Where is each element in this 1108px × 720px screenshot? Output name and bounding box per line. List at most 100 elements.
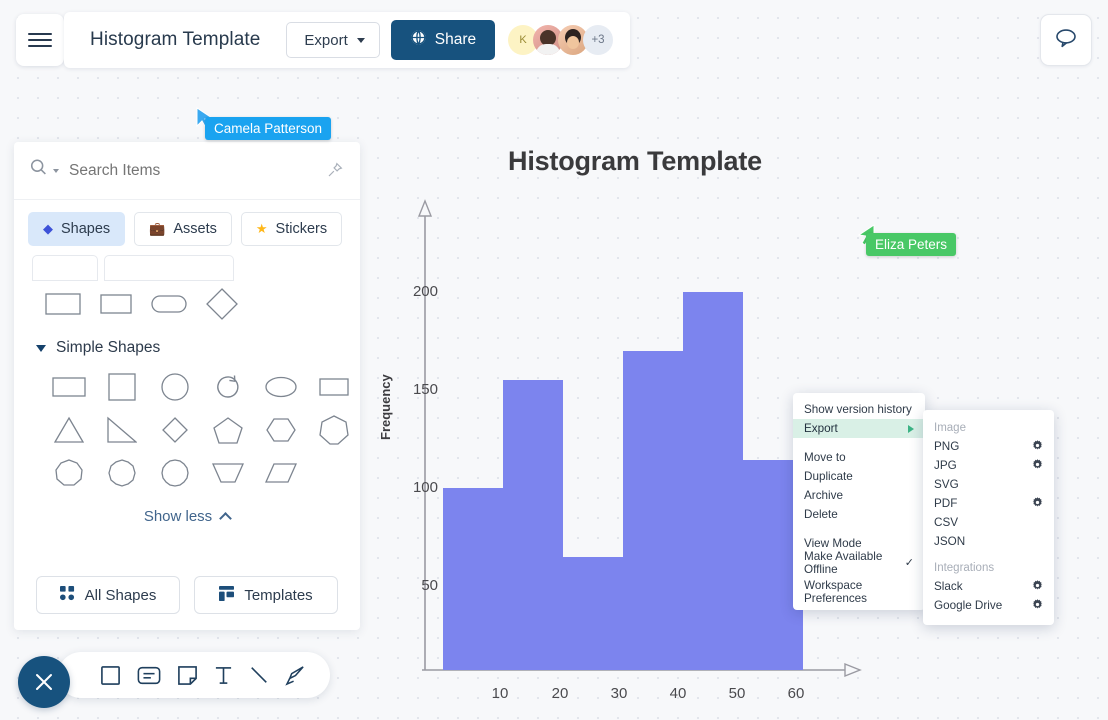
shape-parallelogram[interactable]	[254, 451, 307, 494]
menu-item-delete[interactable]: Delete	[793, 505, 925, 524]
menu-item-label: Move to	[804, 451, 846, 464]
shape-hexagon[interactable]	[254, 408, 307, 451]
gear-icon[interactable]	[1032, 598, 1043, 613]
menu-item-show-version-history[interactable]: Show version history	[793, 400, 925, 419]
x-tick-label: 40	[669, 685, 687, 702]
shape-triangle[interactable]	[42, 408, 95, 451]
main-menu-button[interactable]	[16, 14, 64, 66]
submenu-item-google-drive[interactable]: Google Drive	[923, 596, 1054, 615]
simple-shapes-grid	[14, 357, 360, 494]
gear-icon[interactable]	[1032, 496, 1043, 511]
shape-ellipse[interactable]	[254, 365, 307, 408]
shape-dodecagon[interactable]	[148, 451, 201, 494]
menu-item-archive[interactable]: Archive	[793, 486, 925, 505]
close-panel-button[interactable]	[18, 656, 70, 708]
shape-pentagon[interactable]	[201, 408, 254, 451]
grid-dots-icon	[59, 585, 75, 605]
shape-rounded-rectangle[interactable]	[142, 283, 195, 325]
share-button[interactable]: Share	[390, 20, 496, 60]
all-shapes-button[interactable]: All Shapes	[36, 576, 180, 614]
panel-footer-buttons: All Shapes Templates	[14, 576, 360, 614]
comments-button[interactable]	[1040, 14, 1092, 66]
close-x-icon	[36, 674, 52, 690]
menu-item-move-to[interactable]: Move to	[793, 448, 925, 467]
text-t-icon[interactable]	[214, 665, 233, 686]
shape-heptagon[interactable]	[307, 408, 360, 451]
pin-icon[interactable]	[326, 161, 344, 184]
export-submenu: Image PNG JPG SVG PDF CSV JSON Integrati…	[923, 410, 1054, 625]
shape-diamond[interactable]	[195, 283, 248, 325]
share-button-label: Share	[434, 31, 477, 48]
submenu-item-csv[interactable]: CSV	[923, 513, 1054, 532]
submenu-item-label: Google Drive	[934, 599, 1003, 612]
submenu-item-label: Slack	[934, 580, 963, 593]
tab-stickers[interactable]: ★ Stickers	[240, 212, 343, 246]
shape-rectangle[interactable]	[36, 283, 89, 325]
shape-square[interactable]	[95, 365, 148, 408]
avatar-overflow-count[interactable]: +3	[583, 25, 613, 55]
tab-shapes[interactable]: ◆ Shapes	[28, 212, 126, 246]
shape-rectangle[interactable]	[89, 283, 142, 325]
submenu-item-pdf[interactable]: PDF	[923, 494, 1054, 513]
shape-decagon[interactable]	[95, 451, 148, 494]
menu-item-make-available-offline[interactable]: Make Available Offline ✓	[793, 550, 925, 576]
pen-nib-icon[interactable]	[285, 665, 306, 686]
menu-item-label: Delete	[804, 508, 838, 521]
submenu-item-svg[interactable]: SVG	[923, 475, 1054, 494]
submenu-item-json[interactable]: JSON	[923, 532, 1054, 551]
diamond-icon	[205, 288, 238, 320]
search-input[interactable]	[69, 161, 279, 180]
gear-icon[interactable]	[1032, 439, 1043, 454]
search-icon[interactable]	[28, 158, 50, 183]
rounded-rectangle-icon	[150, 295, 187, 313]
menu-item-duplicate[interactable]: Duplicate	[793, 467, 925, 486]
section-tab-clipped[interactable]	[104, 255, 234, 281]
export-button[interactable]: Export	[286, 22, 380, 58]
bar	[443, 488, 503, 670]
square-icon[interactable]	[100, 665, 121, 686]
triangle-down-icon	[36, 344, 46, 352]
bar	[563, 557, 623, 670]
page-title: Histogram Template	[90, 29, 261, 50]
submenu-item-label: SVG	[934, 478, 959, 491]
all-shapes-label: All Shapes	[84, 586, 157, 604]
submenu-item-slack[interactable]: Slack	[923, 577, 1054, 596]
section-tab-clipped[interactable]	[32, 255, 98, 281]
sticky-note-icon[interactable]	[177, 665, 198, 686]
shape-nonagon[interactable]	[42, 451, 95, 494]
show-less-button[interactable]: Show less	[14, 494, 360, 525]
shape-rectangle-wide[interactable]	[307, 365, 360, 408]
briefcase-icon: 💼	[149, 221, 166, 236]
chevron-down-icon[interactable]	[53, 168, 59, 173]
hamburger-icon	[28, 29, 52, 51]
panel-tabs: ◆ Shapes 💼 Assets ★ Stickers	[14, 200, 360, 246]
submenu-group-heading: Integrations	[934, 561, 995, 574]
menu-item-label: Duplicate	[804, 470, 853, 483]
shape-arc-arrow[interactable]	[201, 365, 254, 408]
shape-diamond[interactable]	[148, 408, 201, 451]
submenu-item-label: PDF	[934, 497, 958, 510]
menu-item-workspace-preferences[interactable]: Workspace Preferences	[793, 579, 925, 605]
cursor-label: Eliza Peters	[866, 233, 957, 256]
simple-shapes-section-header[interactable]: Simple Shapes	[14, 325, 360, 357]
tab-assets[interactable]: 💼 Assets	[134, 212, 232, 246]
menu-item-label: View Mode	[804, 537, 862, 550]
card-icon[interactable]	[137, 666, 161, 685]
shape-right-triangle[interactable]	[95, 408, 148, 451]
shape-circle[interactable]	[148, 365, 201, 408]
star-icon: ★	[255, 221, 268, 236]
shape-trapezoid-inverted[interactable]	[201, 451, 254, 494]
submenu-item-jpg[interactable]: JPG	[923, 456, 1054, 475]
collaborator-avatars[interactable]: K +3	[508, 25, 613, 55]
templates-button[interactable]: Templates	[194, 576, 338, 614]
menu-item-export[interactable]: Export	[793, 419, 925, 438]
diagonal-line-icon[interactable]	[249, 665, 269, 685]
gear-icon[interactable]	[1032, 579, 1043, 594]
x-tick-label: 50	[728, 685, 746, 702]
shape-rectangle-wide[interactable]	[42, 365, 95, 408]
context-menu: Show version history Export Move to Dupl…	[793, 393, 925, 610]
submenu-item-png[interactable]: PNG	[923, 437, 1054, 456]
submenu-item-label: JSON	[934, 535, 966, 548]
submenu-item-label: PNG	[934, 440, 960, 453]
gear-icon[interactable]	[1032, 458, 1043, 473]
